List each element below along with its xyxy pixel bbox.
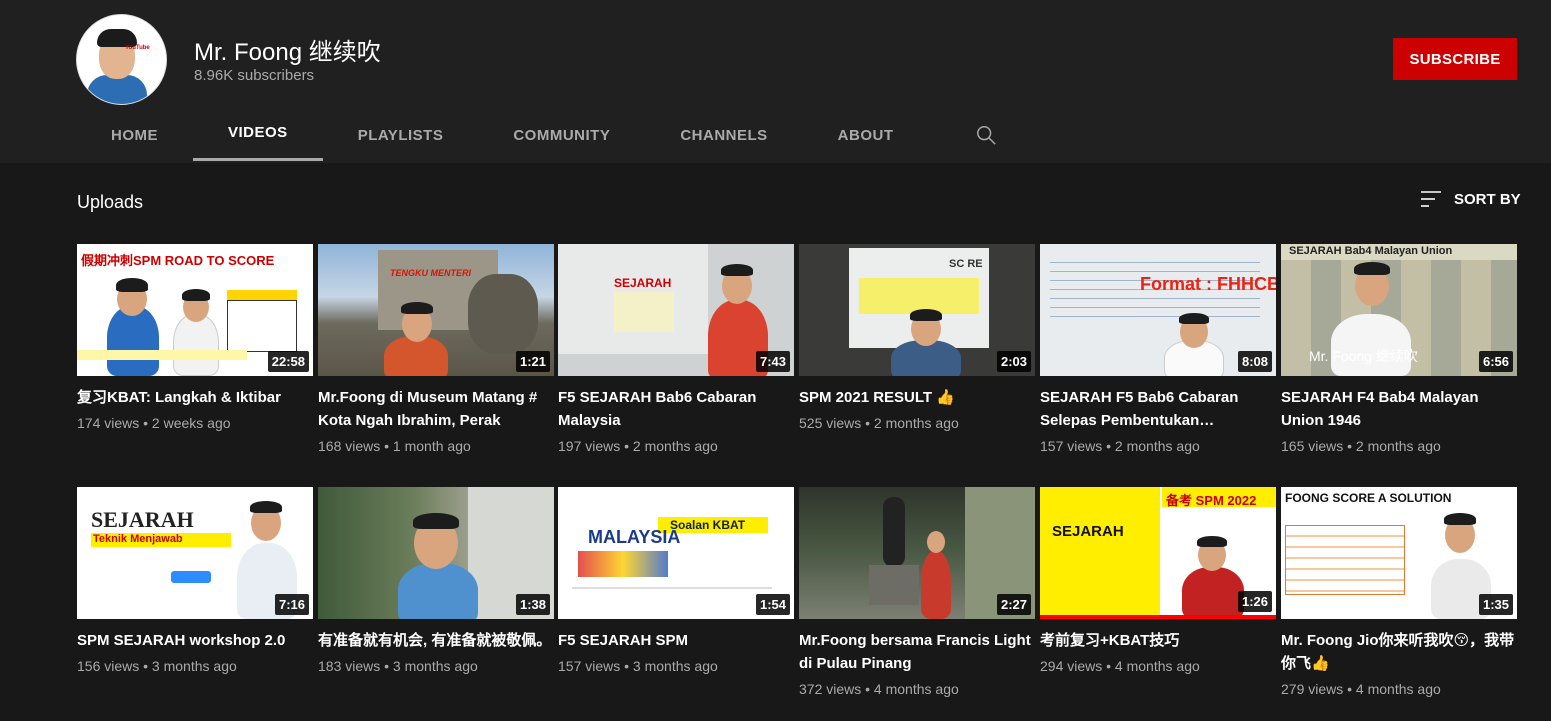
video-card[interactable]: Soalan KBAT MALAYSIA 1:54 F5 SEJARAH SPM… bbox=[558, 487, 794, 674]
video-meta: 157 views • 2 months ago bbox=[1040, 438, 1200, 454]
uploads-heading[interactable]: Uploads bbox=[77, 192, 143, 213]
video-title[interactable]: F5 SEJARAH Bab6 Cabaran Malaysia bbox=[558, 386, 794, 432]
video-meta: 168 views • 1 month ago bbox=[318, 438, 471, 454]
video-meta: 294 views • 4 months ago bbox=[1040, 658, 1200, 674]
video-thumbnail[interactable]: Format : FHHCBI 8:08 bbox=[1040, 244, 1276, 376]
channel-name: Mr. Foong 继续吹 bbox=[194, 39, 381, 66]
video-title[interactable]: 有准备就有机会, 有准备就被敬佩。 bbox=[318, 629, 554, 652]
video-card[interactable]: 2:27 Mr.Foong bersama Francis Light di P… bbox=[799, 487, 1035, 697]
video-meta: 197 views • 2 months ago bbox=[558, 438, 718, 454]
video-title[interactable]: SPM 2021 RESULT 👍 bbox=[799, 386, 1035, 409]
video-thumbnail[interactable]: SEJARAH Bab4 Malayan Union Mr. Foong 继续吹… bbox=[1281, 244, 1517, 376]
video-duration: 7:16 bbox=[274, 594, 309, 615]
video-title[interactable]: 考前复习+KBAT技巧 bbox=[1040, 629, 1276, 652]
video-thumbnail[interactable]: SEJARAH 备考 SPM 2022 1:26 bbox=[1040, 487, 1276, 619]
video-card[interactable]: SEJARAH 备考 SPM 2022 1:26 考前复习+KBAT技巧 294… bbox=[1040, 487, 1276, 674]
video-thumbnail[interactable]: TENGKU MENTERI 1:21 bbox=[318, 244, 554, 376]
video-card[interactable]: SEJARAH Teknik Menjawab 7:16 SPM SEJARAH… bbox=[77, 487, 313, 674]
thumbnail-text: SEJARAH bbox=[614, 276, 672, 290]
tab-home[interactable]: HOME bbox=[76, 107, 193, 163]
video-thumbnail[interactable]: 1:38 bbox=[318, 487, 554, 619]
video-card[interactable]: SC RE 2:03 SPM 2021 RESULT 👍 525 views •… bbox=[799, 244, 1035, 431]
video-title[interactable]: F5 SEJARAH SPM bbox=[558, 629, 794, 652]
thumbnail-text: SC RE bbox=[949, 258, 983, 270]
video-duration: 2:27 bbox=[996, 594, 1031, 615]
video-duration: 1:38 bbox=[515, 594, 550, 615]
watch-progress-bar bbox=[1040, 615, 1276, 619]
video-title[interactable]: 复习KBAT: Langkah & Iktibar bbox=[77, 386, 313, 409]
search-icon[interactable] bbox=[975, 124, 997, 146]
thumbnail-text: FOONG SCORE A SOLUTION bbox=[1285, 491, 1452, 505]
thumbnail-subtext: Teknik Menjawab bbox=[93, 533, 183, 545]
thumbnail-text: SEJARAH bbox=[91, 507, 194, 532]
video-title[interactable]: SEJARAH F5 Bab6 Cabaran Selepas Pembentu… bbox=[1040, 386, 1276, 432]
thumbnail-subtext: MALAYSIA bbox=[588, 527, 681, 547]
video-title[interactable]: Mr. Foong Jio你来听我吹😚，我带你飞👍 bbox=[1281, 629, 1517, 675]
video-card[interactable]: TENGKU MENTERI 1:21 Mr.Foong di Museum M… bbox=[318, 244, 554, 454]
channel-header: YouTube Mr. Foong 继续吹 8.96K subscribers … bbox=[0, 0, 1551, 163]
subscribe-button[interactable]: SUBSCRIBE bbox=[1393, 38, 1517, 80]
video-duration: 22:58 bbox=[267, 351, 309, 372]
video-duration: 1:35 bbox=[1478, 594, 1513, 615]
tab-community[interactable]: COMMUNITY bbox=[478, 107, 645, 163]
video-meta: 183 views • 3 months ago bbox=[318, 658, 478, 674]
sort-icon bbox=[1421, 191, 1441, 207]
video-card[interactable]: Format : FHHCBI 8:08 SEJARAH F5 Bab6 Cab… bbox=[1040, 244, 1276, 454]
video-card[interactable]: FOONG SCORE A SOLUTION 1:35 Mr. Foong Ji… bbox=[1281, 487, 1517, 697]
video-thumbnail[interactable]: SEJARAH 7:43 bbox=[558, 244, 794, 376]
video-duration: 2:03 bbox=[996, 351, 1031, 372]
video-meta: 157 views • 3 months ago bbox=[558, 658, 718, 674]
video-title[interactable]: SEJARAH F4 Bab4 Malayan Union 1946 bbox=[1281, 386, 1517, 432]
tab-playlists[interactable]: PLAYLISTS bbox=[323, 107, 479, 163]
video-card[interactable]: SEJARAH 7:43 F5 SEJARAH Bab6 Cabaran Mal… bbox=[558, 244, 794, 454]
video-thumbnail[interactable]: SC RE 2:03 bbox=[799, 244, 1035, 376]
thumbnail-text: 备考 SPM 2022 bbox=[1166, 493, 1257, 508]
video-duration: 1:26 bbox=[1237, 591, 1272, 612]
video-title[interactable]: SPM SEJARAH workshop 2.0 bbox=[77, 629, 313, 652]
thumbnail-text: TENGKU MENTERI bbox=[390, 268, 471, 278]
channel-avatar[interactable]: YouTube bbox=[76, 14, 167, 105]
video-meta: 525 views • 2 months ago bbox=[799, 415, 959, 431]
thumbnail-text: Format : FHHCBI bbox=[1140, 274, 1276, 294]
thumbnail-text: SEJARAH Bab4 Malayan Union bbox=[1289, 245, 1453, 257]
video-duration: 8:08 bbox=[1237, 351, 1272, 372]
thumbnail-watermark: Mr. Foong 继续吹 bbox=[1309, 348, 1418, 364]
video-title[interactable]: Mr.Foong bersama Francis Light di Pulau … bbox=[799, 629, 1035, 675]
video-card[interactable]: 假期冲刺SPM ROAD TO SCORE 22:58 复习KBAT: Lang… bbox=[77, 244, 313, 431]
video-meta: 174 views • 2 weeks ago bbox=[77, 415, 231, 431]
video-thumbnail[interactable]: FOONG SCORE A SOLUTION 1:35 bbox=[1281, 487, 1517, 619]
video-card[interactable]: SEJARAH Bab4 Malayan Union Mr. Foong 继续吹… bbox=[1281, 244, 1517, 454]
video-card[interactable]: 1:38 有准备就有机会, 有准备就被敬佩。 183 views • 3 mon… bbox=[318, 487, 554, 674]
video-thumbnail[interactable]: 2:27 bbox=[799, 487, 1035, 619]
thumbnail-subtext: SEJARAH bbox=[1052, 523, 1124, 540]
tab-channels[interactable]: CHANNELS bbox=[645, 107, 802, 163]
avatar-shirt bbox=[87, 75, 147, 104]
video-duration: 1:21 bbox=[515, 351, 550, 372]
video-meta: 165 views • 2 months ago bbox=[1281, 438, 1441, 454]
video-duration: 7:43 bbox=[755, 351, 790, 372]
video-thumbnail[interactable]: SEJARAH Teknik Menjawab 7:16 bbox=[77, 487, 313, 619]
video-thumbnail[interactable]: Soalan KBAT MALAYSIA 1:54 bbox=[558, 487, 794, 619]
avatar-tag: YouTube bbox=[125, 45, 150, 51]
thumbnail-text: 假期冲刺SPM ROAD TO SCORE bbox=[81, 253, 275, 268]
video-thumbnail[interactable]: 假期冲刺SPM ROAD TO SCORE 22:58 bbox=[77, 244, 313, 376]
tab-videos[interactable]: VIDEOS bbox=[193, 107, 323, 161]
tab-about[interactable]: ABOUT bbox=[803, 107, 929, 163]
sort-by-label: SORT BY bbox=[1454, 190, 1521, 208]
video-duration: 1:54 bbox=[755, 594, 790, 615]
video-meta: 279 views • 4 months ago bbox=[1281, 681, 1441, 697]
subscriber-count: 8.96K subscribers bbox=[194, 67, 315, 84]
sort-by-button[interactable]: SORT BY bbox=[1420, 190, 1521, 208]
thumbnail-text: Soalan KBAT bbox=[670, 518, 746, 532]
video-meta: 372 views • 4 months ago bbox=[799, 681, 959, 697]
video-title[interactable]: Mr.Foong di Museum Matang # Kota Ngah Ib… bbox=[318, 386, 554, 432]
video-duration: 6:56 bbox=[1478, 351, 1513, 372]
channel-tabs: HOME VIDEOS PLAYLISTS COMMUNITY CHANNELS… bbox=[76, 107, 929, 163]
video-meta: 156 views • 3 months ago bbox=[77, 658, 237, 674]
